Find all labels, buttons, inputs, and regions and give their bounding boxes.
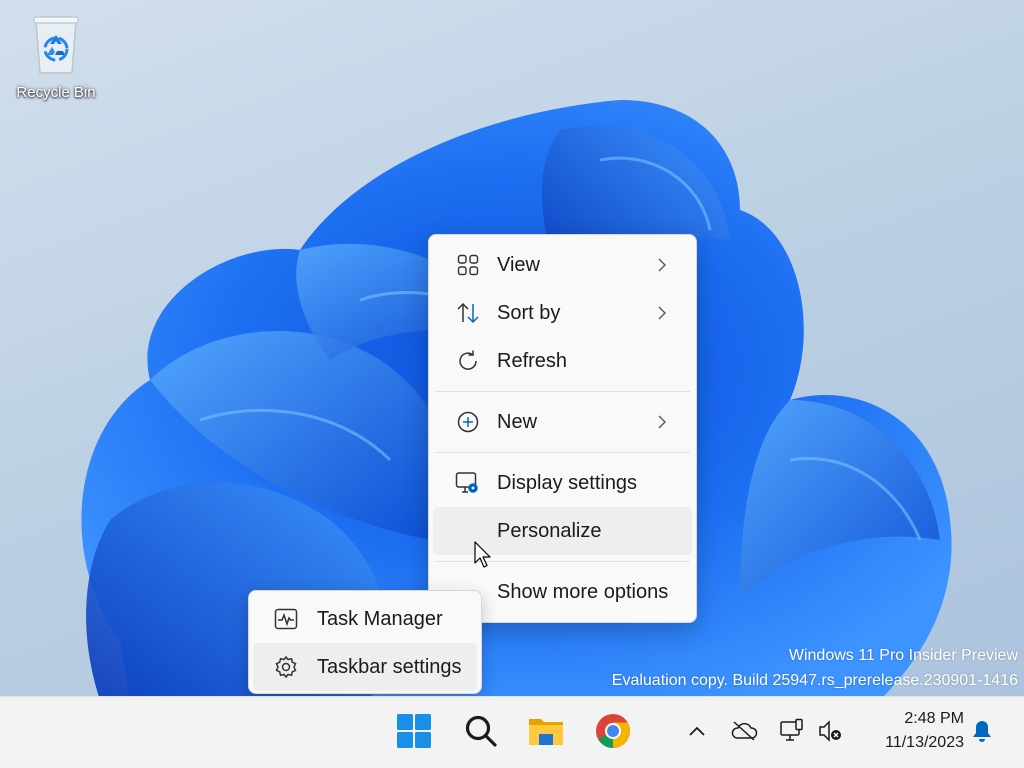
chevron-right-icon — [658, 258, 666, 272]
folder-icon — [527, 714, 565, 753]
menu-item-label: Personalize — [497, 519, 602, 542]
menu-item-label: Refresh — [497, 349, 568, 372]
menu-item-new[interactable]: New — [433, 398, 692, 446]
sort-icon — [455, 300, 481, 326]
build-watermark: Windows 11 Pro Insider Preview Evaluatio… — [612, 643, 1018, 693]
file-explorer-button[interactable] — [522, 709, 570, 757]
clock-date: 11/13/2023 — [885, 734, 964, 751]
menu-item-label: Taskbar settings — [317, 655, 462, 678]
chrome-icon — [595, 713, 631, 754]
recycle-bin-icon — [26, 6, 86, 80]
menu-item-label: Display settings — [497, 471, 638, 494]
volume-button[interactable] — [814, 717, 846, 749]
menu-item-display-settings[interactable]: Display settings — [433, 459, 692, 507]
desktop-icon-label: Recycle Bin — [16, 84, 96, 101]
volume-muted-icon — [817, 719, 843, 748]
clock-button[interactable]: 2:48 PM 11/13/2023 — [856, 707, 964, 755]
menu-item-taskbar-settings[interactable]: Taskbar settings — [253, 643, 477, 691]
grid-icon — [455, 252, 481, 278]
desktop-icon-recycle-bin[interactable]: Recycle Bin — [8, 6, 104, 110]
watermark-line-edition: Windows 11 Pro Insider Preview — [788, 647, 1018, 664]
chevron-up-icon — [688, 724, 706, 742]
taskbar-context-menu: Task Manager Taskbar settings — [248, 590, 482, 694]
watermark-line-build: Evaluation copy. Build 25947.rs_prerelea… — [611, 672, 1018, 689]
menu-item-view[interactable]: View — [433, 241, 692, 289]
mouse-cursor-icon — [474, 541, 491, 568]
display-settings-icon — [455, 470, 481, 496]
start-button[interactable] — [390, 709, 438, 757]
refresh-icon — [455, 348, 481, 374]
plus-circle-icon — [455, 409, 481, 435]
chevron-right-icon — [658, 415, 666, 429]
menu-item-label: View — [497, 253, 540, 276]
desktop-context-menu: View Sort by Refresh New Display setting… — [428, 234, 697, 623]
taskbar: 2:48 PM 11/13/2023 — [0, 696, 1024, 768]
search-button[interactable] — [457, 709, 505, 757]
menu-item-label: Sort by — [497, 301, 561, 324]
menu-separator — [435, 452, 690, 453]
menu-item-label: New — [497, 410, 538, 433]
menu-item-label: Task Manager — [317, 607, 443, 630]
notifications-button[interactable] — [966, 717, 998, 749]
menu-item-refresh[interactable]: Refresh — [433, 337, 692, 385]
menu-item-personalize[interactable]: Personalize — [433, 507, 692, 555]
menu-item-sort-by[interactable]: Sort by — [433, 289, 692, 337]
chevron-right-icon — [658, 306, 666, 320]
clock-time: 2:48 PM — [904, 710, 964, 727]
network-button[interactable] — [776, 717, 808, 749]
gear-icon — [273, 654, 299, 680]
show-hidden-icons-button[interactable] — [681, 717, 713, 749]
onedrive-status-button[interactable] — [728, 717, 760, 749]
cloud-offline-icon — [730, 720, 758, 747]
task-manager-icon — [273, 606, 299, 632]
menu-separator — [435, 391, 690, 392]
menu-item-label: Show more options — [497, 580, 669, 603]
windows-logo-icon — [396, 713, 432, 754]
network-icon — [779, 718, 805, 749]
chrome-button[interactable] — [589, 709, 637, 757]
bell-icon — [971, 719, 993, 748]
search-icon — [464, 714, 498, 753]
menu-item-task-manager[interactable]: Task Manager — [253, 595, 477, 643]
